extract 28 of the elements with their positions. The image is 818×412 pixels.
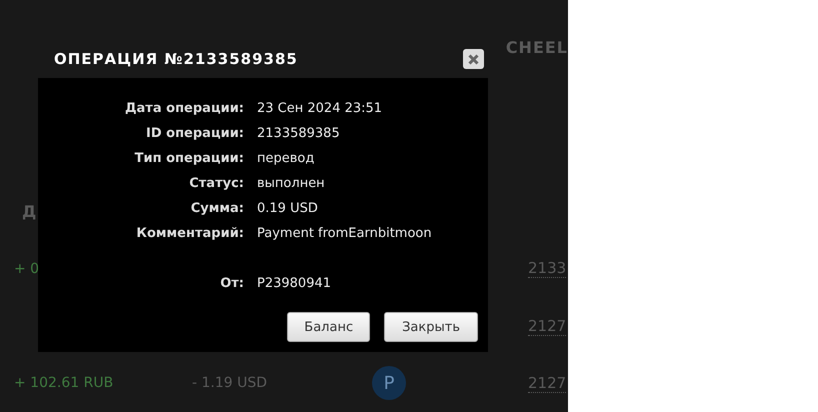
close-dialog-button[interactable]: Закрыть [384,312,478,342]
field-value: выполнен [257,176,326,191]
field-value: 2133589385 [257,126,341,141]
operation-id-link[interactable]: 2133 [528,259,566,278]
amount-text: - 1.19 USD [192,375,268,392]
field-value: 0.19 USD [257,201,319,216]
currency-icon: P [372,366,406,400]
field-label: ID операции: [144,126,244,141]
field-value: перевод [257,151,316,166]
field-value: Payment fromEarnbitmoon [257,226,433,241]
field-label: Дата операции: [124,101,244,116]
close-icon [468,54,479,64]
header-text: CHEEL [506,38,568,59]
balance-button[interactable]: Баланс [287,312,370,342]
field-value: 23 Сен 2024 23:51 [257,101,384,116]
column-heading: Д [22,202,38,221]
field-label: Статус: [188,176,244,191]
amount-text: + 102.61 RUB [14,375,114,392]
field-label: Комментарий: [135,226,244,241]
field-label: Тип операции: [134,151,244,166]
operation-id-link[interactable]: 2127 [528,374,566,393]
operation-id-link[interactable]: 2127 [528,316,566,336]
dialog-title: ОПЕРАЦИЯ №2133589385 [54,50,298,68]
field-label: От: [219,276,244,291]
field-label: Сумма: [190,201,244,216]
close-button[interactable] [463,49,484,69]
field-value: P23980941 [257,276,332,291]
amount-text: + 0 [14,260,40,277]
